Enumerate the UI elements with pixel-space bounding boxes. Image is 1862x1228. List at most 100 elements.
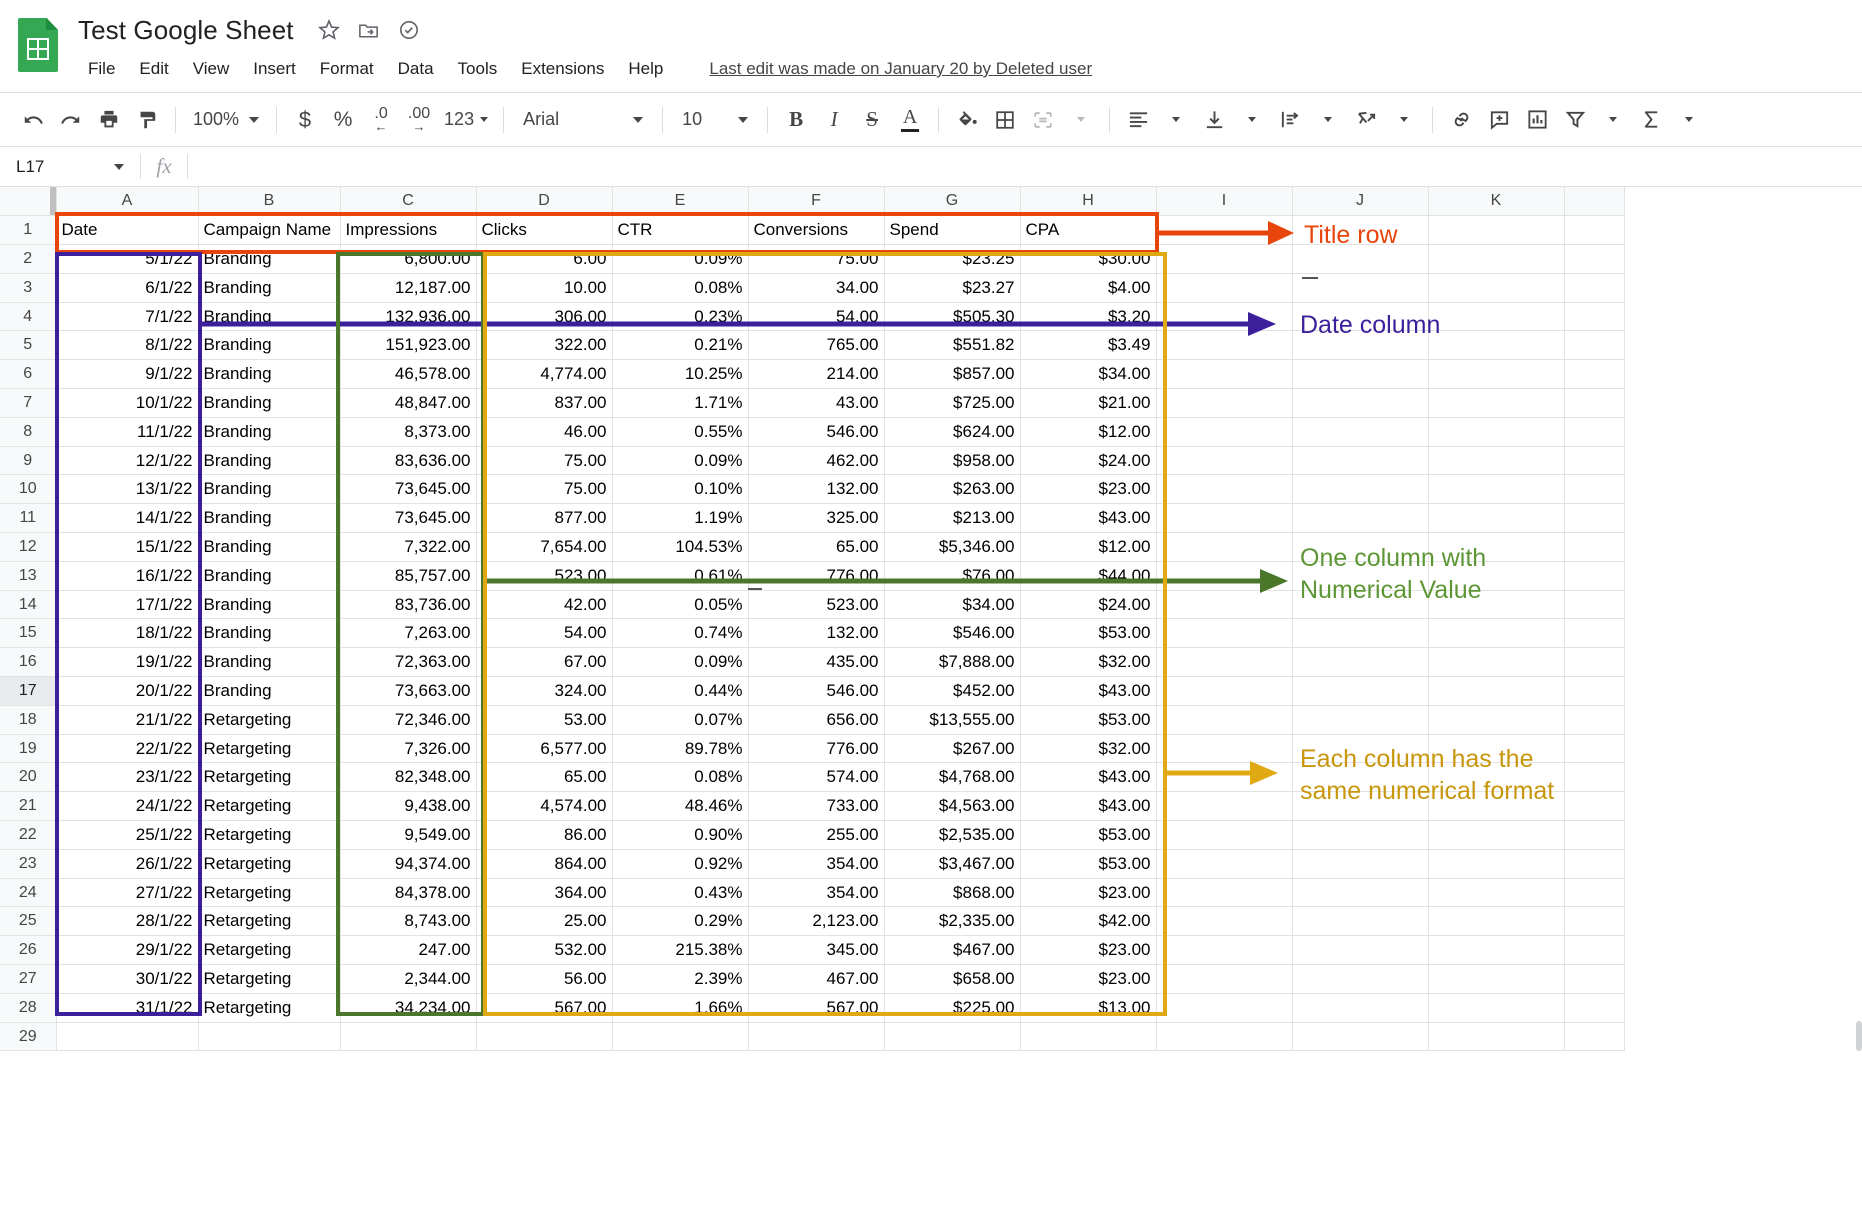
row-header-18[interactable]: 18 (0, 705, 56, 734)
row-header-16[interactable]: 16 (0, 648, 56, 677)
cell-I19[interactable] (1156, 734, 1292, 763)
cell-A9[interactable]: 12/1/22 (56, 446, 198, 475)
cell-F5[interactable]: 765.00 (748, 331, 884, 360)
cell-K26[interactable] (1428, 936, 1564, 965)
cell-F15[interactable]: 132.00 (748, 619, 884, 648)
cell-I16[interactable] (1156, 648, 1292, 677)
cell-L14[interactable] (1564, 590, 1624, 619)
cell-G19[interactable]: $267.00 (884, 734, 1020, 763)
cell-A19[interactable]: 22/1/22 (56, 734, 198, 763)
cell-E16[interactable]: 0.09% (612, 648, 748, 677)
cell-J26[interactable] (1292, 936, 1428, 965)
cell-J13[interactable] (1292, 561, 1428, 590)
cell-E20[interactable]: 0.08% (612, 763, 748, 792)
cell-K25[interactable] (1428, 907, 1564, 936)
cell-I9[interactable] (1156, 446, 1292, 475)
cell-B21[interactable]: Retargeting (198, 792, 340, 821)
cell-K29[interactable] (1428, 1022, 1564, 1051)
cell-E4[interactable]: 0.23% (612, 302, 748, 331)
cell-B9[interactable]: Branding (198, 446, 340, 475)
cell-E9[interactable]: 0.09% (612, 446, 748, 475)
cell-G6[interactable]: $857.00 (884, 360, 1020, 389)
cell-D22[interactable]: 86.00 (476, 821, 612, 850)
row-header-8[interactable]: 8 (0, 417, 56, 446)
table-row[interactable]: 1215/1/22Branding7,322.007,654.00104.53%… (0, 533, 1624, 562)
cell-H7[interactable]: $21.00 (1020, 389, 1156, 418)
cell-H25[interactable]: $42.00 (1020, 907, 1156, 936)
cell-G27[interactable]: $658.00 (884, 965, 1020, 994)
cell-C26[interactable]: 247.00 (340, 936, 476, 965)
cell-F22[interactable]: 255.00 (748, 821, 884, 850)
cell-A15[interactable]: 18/1/22 (56, 619, 198, 648)
cell-B17[interactable]: Branding (198, 677, 340, 706)
percent-format-button[interactable]: % (324, 101, 362, 139)
cell-I27[interactable] (1156, 965, 1292, 994)
cell-J14[interactable] (1292, 590, 1428, 619)
menu-file[interactable]: File (76, 55, 127, 83)
cell-L13[interactable] (1564, 561, 1624, 590)
cell-C17[interactable]: 73,663.00 (340, 677, 476, 706)
table-row[interactable]: 1821/1/22Retargeting72,346.0053.000.07%6… (0, 705, 1624, 734)
cell-G17[interactable]: $452.00 (884, 677, 1020, 706)
cell-A3[interactable]: 6/1/22 (56, 273, 198, 302)
cell-E10[interactable]: 0.10% (612, 475, 748, 504)
cell-I4[interactable] (1156, 302, 1292, 331)
cell-D8[interactable]: 46.00 (476, 417, 612, 446)
table-row[interactable]: 58/1/22Branding151,923.00322.000.21%765.… (0, 331, 1624, 360)
cell-E3[interactable]: 0.08% (612, 273, 748, 302)
column-header-h[interactable]: H (1020, 187, 1156, 216)
page-title[interactable]: Test Google Sheet (78, 15, 316, 46)
cell-C24[interactable]: 84,378.00 (340, 878, 476, 907)
cell-A21[interactable]: 24/1/22 (56, 792, 198, 821)
cell-H3[interactable]: $4.00 (1020, 273, 1156, 302)
menu-tools[interactable]: Tools (446, 55, 510, 83)
cell-I23[interactable] (1156, 849, 1292, 878)
cell-B19[interactable]: Retargeting (198, 734, 340, 763)
cell-J2[interactable] (1292, 245, 1428, 274)
cell-H13[interactable]: $44.00 (1020, 561, 1156, 590)
cell-I25[interactable] (1156, 907, 1292, 936)
row-header-2[interactable]: 2 (0, 245, 56, 274)
cell-L17[interactable] (1564, 677, 1624, 706)
text-rotation-dropdown[interactable] (1385, 101, 1423, 139)
cell-H20[interactable]: $43.00 (1020, 763, 1156, 792)
cell-E18[interactable]: 0.07% (612, 705, 748, 734)
cell-J25[interactable] (1292, 907, 1428, 936)
cell-D11[interactable]: 877.00 (476, 504, 612, 533)
table-row[interactable]: 69/1/22Branding46,578.004,774.0010.25%21… (0, 360, 1624, 389)
cell-J29[interactable] (1292, 1022, 1428, 1051)
row-header-3[interactable]: 3 (0, 273, 56, 302)
filter-dropdown[interactable] (1594, 101, 1632, 139)
menu-view[interactable]: View (181, 55, 242, 83)
insert-link-icon[interactable] (1442, 101, 1480, 139)
cell-F6[interactable]: 214.00 (748, 360, 884, 389)
cell-L12[interactable] (1564, 533, 1624, 562)
cell-F2[interactable]: 75.00 (748, 245, 884, 274)
column-header-d[interactable]: D (476, 187, 612, 216)
move-to-folder-icon[interactable] (356, 17, 382, 43)
cell-A1[interactable]: Date (56, 216, 198, 245)
column-header-c[interactable]: C (340, 187, 476, 216)
cell-D2[interactable]: 6.00 (476, 245, 612, 274)
strikethrough-button[interactable]: S (853, 101, 891, 139)
cell-C19[interactable]: 7,326.00 (340, 734, 476, 763)
cell-A5[interactable]: 8/1/22 (56, 331, 198, 360)
cell-I29[interactable] (1156, 1022, 1292, 1051)
cell-G8[interactable]: $624.00 (884, 417, 1020, 446)
cell-K10[interactable] (1428, 475, 1564, 504)
cell-L20[interactable] (1564, 763, 1624, 792)
cell-B23[interactable]: Retargeting (198, 849, 340, 878)
cell-F19[interactable]: 776.00 (748, 734, 884, 763)
cell-B28[interactable]: Retargeting (198, 993, 340, 1022)
cell-H8[interactable]: $12.00 (1020, 417, 1156, 446)
cell-I8[interactable] (1156, 417, 1292, 446)
cell-A20[interactable]: 23/1/22 (56, 763, 198, 792)
cell-I5[interactable] (1156, 331, 1292, 360)
cell-E2[interactable]: 0.09% (612, 245, 748, 274)
cell-A14[interactable]: 17/1/22 (56, 590, 198, 619)
star-icon[interactable] (316, 17, 342, 43)
cell-B29[interactable] (198, 1022, 340, 1051)
cell-G20[interactable]: $4,768.00 (884, 763, 1020, 792)
cell-I13[interactable] (1156, 561, 1292, 590)
cell-B25[interactable]: Retargeting (198, 907, 340, 936)
